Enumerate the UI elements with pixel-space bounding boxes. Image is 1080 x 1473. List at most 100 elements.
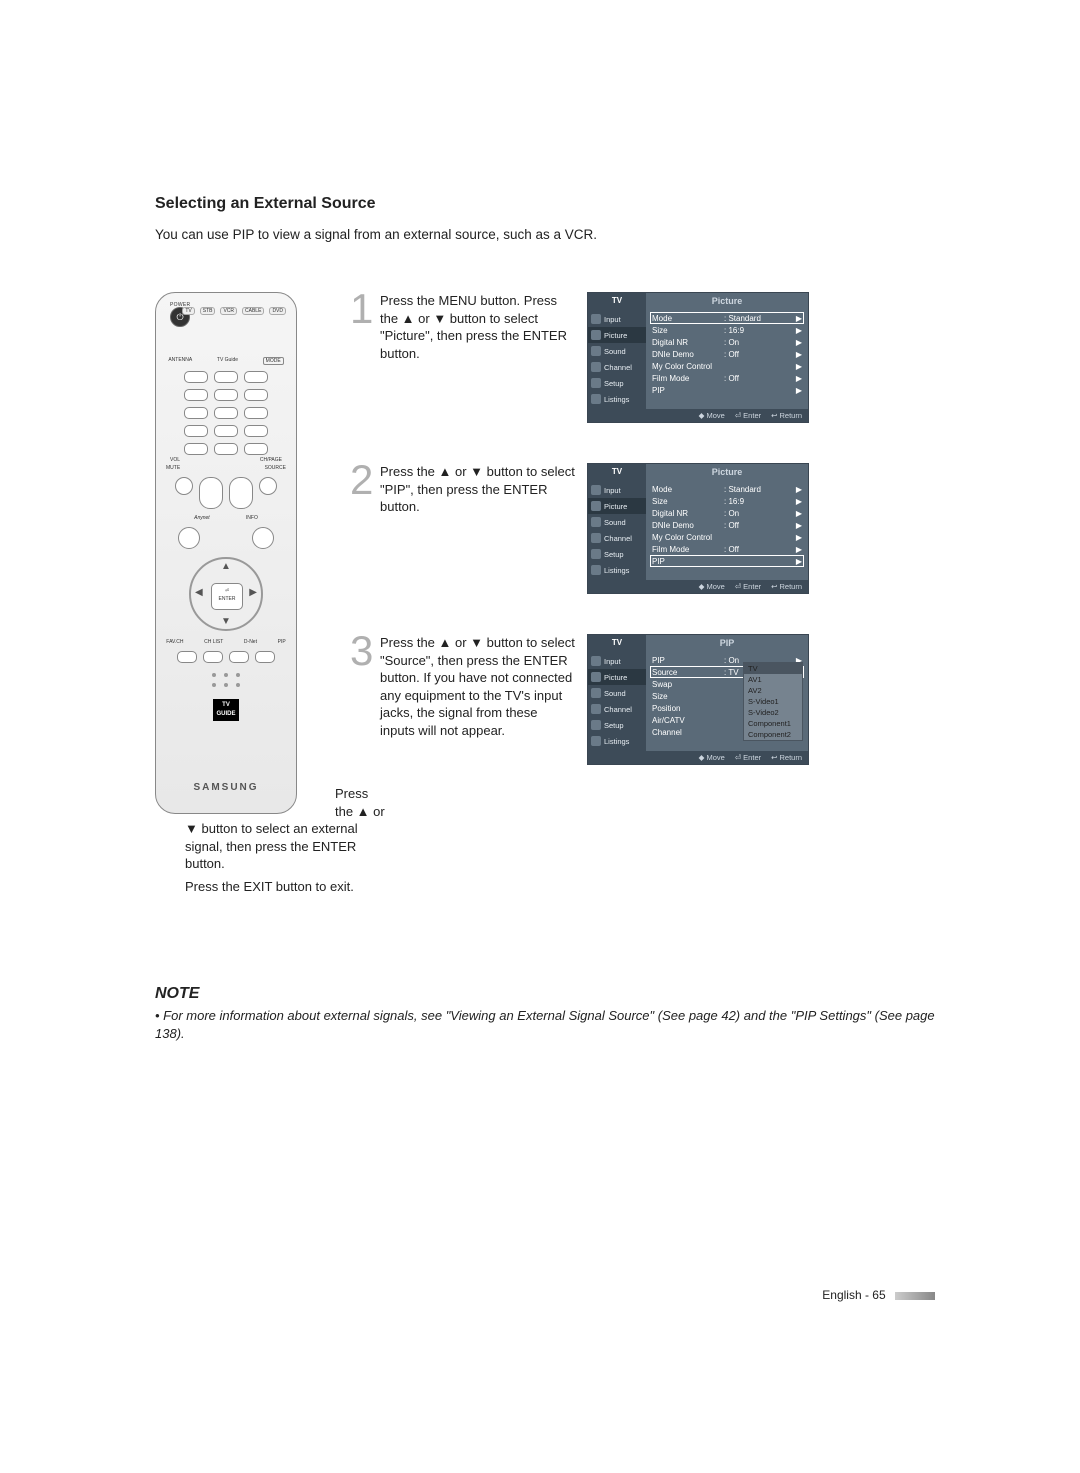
chevron-right-icon: ▶ bbox=[796, 497, 802, 506]
left-arrow-icon: ◀ bbox=[195, 587, 203, 598]
osd-row-key: DNIe Demo bbox=[652, 350, 724, 359]
osd-side-item: Picture bbox=[588, 498, 646, 514]
osd-side-item: Input bbox=[588, 653, 646, 669]
osd-side-label: Setup bbox=[604, 379, 624, 388]
num-0 bbox=[214, 443, 238, 455]
label-stb: STB bbox=[200, 307, 216, 315]
osd-row-key: Swap bbox=[652, 680, 724, 689]
tvguide-button bbox=[214, 371, 238, 383]
osd-screenshot: TV PIP Input Picture Sound Channel Setup Listin… bbox=[587, 634, 809, 765]
exit-button bbox=[252, 527, 274, 549]
osd-side-label: Sound bbox=[604, 518, 626, 527]
osd-row: Film ModeOff▶ bbox=[650, 372, 804, 384]
step-text: Press the ▲ or ▼ button to select "Sourc… bbox=[380, 634, 575, 739]
label-vcr: VCR bbox=[220, 307, 237, 315]
osd-side-item: Sound bbox=[588, 343, 646, 359]
osd-side-item: Listings bbox=[588, 562, 646, 578]
info-label: INFO bbox=[246, 515, 258, 521]
favch-label: FAV.CH bbox=[166, 639, 183, 645]
osd-footer-hint: ⏎ Enter bbox=[735, 753, 761, 762]
osd-footer-hint: ⏎ Enter bbox=[735, 582, 761, 591]
osd-side-item: Setup bbox=[588, 717, 646, 733]
menu-icon bbox=[591, 704, 601, 714]
osd-row-key: Digital NR bbox=[652, 509, 724, 518]
osd-footer: ◆ Move⏎ Enter↩ Return bbox=[588, 580, 808, 593]
anynet-label: Anynet bbox=[194, 515, 210, 521]
dropdown-option: TV bbox=[744, 663, 802, 674]
osd-screenshot: TVPictureInputPictureSoundChannelSetupLi… bbox=[587, 463, 809, 594]
osd: TVPictureInputPictureSoundChannelSetupLi… bbox=[587, 292, 809, 423]
osd-row: My Color Control▶ bbox=[650, 531, 804, 543]
chevron-right-icon: ▶ bbox=[796, 386, 802, 395]
osd-side-label: Input bbox=[604, 657, 621, 666]
osd-sidebar: InputPictureSoundChannelSetupListings bbox=[588, 651, 646, 751]
osd-row-key: Film Mode bbox=[652, 545, 724, 554]
mode-button bbox=[244, 371, 268, 383]
osd-row: DNIe DemoOff▶ bbox=[650, 519, 804, 531]
osd-side-label: Sound bbox=[604, 689, 626, 698]
osd-row-key: Size bbox=[652, 497, 724, 506]
osd-row-key: Air/CATV bbox=[652, 716, 724, 725]
osd-side-label: Picture bbox=[604, 673, 627, 682]
osd-main: ModeStandard▶Size16:9▶Digital NROn▶DNIe … bbox=[646, 480, 808, 580]
chevron-right-icon: ▶ bbox=[796, 509, 802, 518]
chevron-right-icon: ▶ bbox=[796, 350, 802, 359]
num-7 bbox=[184, 425, 208, 437]
osd-row: ModeStandard▶ bbox=[650, 483, 804, 495]
dash-button bbox=[184, 443, 208, 455]
osd-screenshot: TVPictureInputPictureSoundChannelSetupLi… bbox=[587, 292, 809, 423]
source-label: SOURCE bbox=[265, 465, 286, 471]
osd-footer-hint: ◆ Move bbox=[699, 582, 725, 591]
osd-side-item: Picture bbox=[588, 669, 646, 685]
num-4 bbox=[184, 407, 208, 419]
page-number: English - 65 bbox=[822, 1288, 935, 1302]
osd-side-label: Setup bbox=[604, 721, 624, 730]
osd-row-value: Off bbox=[724, 545, 796, 554]
osd-side-label: Sound bbox=[604, 347, 626, 356]
osd-title: Picture bbox=[646, 464, 808, 480]
osd-row-key: Mode bbox=[652, 314, 724, 323]
dot bbox=[236, 673, 240, 677]
down-arrow-icon: ▼ bbox=[221, 616, 231, 627]
osd-row: Size16:9▶ bbox=[650, 495, 804, 507]
osd-row-key: PIP bbox=[652, 386, 724, 395]
osd-footer-hint: ↩ Return bbox=[771, 411, 802, 420]
mute-label: MUTE bbox=[166, 465, 180, 471]
dot bbox=[236, 683, 240, 687]
chlist-label: CH LIST bbox=[204, 639, 223, 645]
menu-button bbox=[178, 527, 200, 549]
osd-side-label: Listings bbox=[604, 737, 629, 746]
menu-icon bbox=[591, 394, 601, 404]
antenna-label: ANTENNA bbox=[168, 357, 192, 365]
chevron-right-icon: ▶ bbox=[796, 374, 802, 383]
remote-body: POWER ⏻ TV STB VCR CABLE DVD ANTENNA TV … bbox=[155, 292, 297, 814]
step: 2Press the ▲ or ▼ button to select "PIP"… bbox=[350, 463, 935, 594]
page-number-text: English - 65 bbox=[822, 1288, 885, 1302]
remote-illustration: POWER ⏻ TV STB VCR CABLE DVD ANTENNA TV … bbox=[155, 292, 295, 814]
note-heading: NOTE bbox=[155, 985, 935, 1003]
antenna-button bbox=[184, 371, 208, 383]
menu-icon bbox=[591, 314, 601, 324]
menu-icon bbox=[591, 501, 601, 511]
menu-icon bbox=[591, 485, 601, 495]
num-3 bbox=[244, 389, 268, 401]
osd-row-key: PIP bbox=[652, 656, 724, 665]
osd-side-item: Listings bbox=[588, 391, 646, 407]
osd-row-key: Channel bbox=[652, 728, 724, 737]
chevron-right-icon: ▶ bbox=[796, 521, 802, 530]
num-8 bbox=[214, 425, 238, 437]
osd-row-value: Off bbox=[724, 521, 796, 530]
chevron-right-icon: ▶ bbox=[796, 485, 802, 494]
device-labels: TV STB VCR CABLE DVD bbox=[182, 307, 286, 315]
osd-row-key: Source bbox=[652, 668, 724, 677]
osd-footer-hint: ↩ Return bbox=[771, 753, 802, 762]
osd-footer-hint: ◆ Move bbox=[699, 753, 725, 762]
tvguide-label: TV Guide bbox=[217, 357, 238, 365]
dropdown-option: AV1 bbox=[744, 674, 802, 685]
osd-side-label: Listings bbox=[604, 395, 629, 404]
osd-row: DNIe DemoOff▶ bbox=[650, 348, 804, 360]
osd-row-key: Size bbox=[652, 692, 724, 701]
osd-side-item: Sound bbox=[588, 685, 646, 701]
osd-side-item: Input bbox=[588, 311, 646, 327]
osd-row-value: Standard bbox=[724, 314, 796, 323]
